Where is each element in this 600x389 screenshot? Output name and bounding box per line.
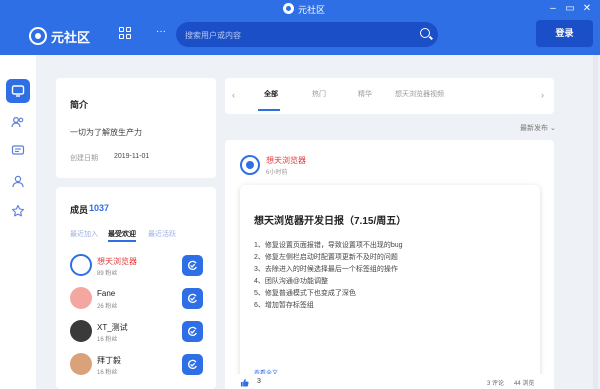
post-time: 6小时前 [266,170,288,176]
follow-button[interactable] [182,255,203,276]
post-line: 6、增加暂存标签组 [254,302,314,309]
members-count: 1037 [89,203,110,213]
chevron-left-icon[interactable]: ‹ [232,90,235,100]
brand-name: 元社区 [51,29,91,45]
intro-heading: 简介 [70,100,89,110]
tab-featured[interactable]: 精华 [358,89,372,99]
minimize-icon[interactable]: – [546,2,560,15]
created-date-value: 2019-11-01 [114,153,150,160]
search-placeholder: 搜索用户或内容 [185,31,241,40]
search-input[interactable]: 搜索用户或内容 [176,22,438,47]
intro-card: 简介 一切为了解放生产力 创建日期 2019-11-01 [56,78,216,178]
comment-count[interactable]: 3 评论 [487,378,504,387]
page-scrollbar[interactable] [593,55,598,389]
follow-button[interactable] [182,288,203,309]
feed-tab-indicator [258,109,280,111]
post-card: 想天浏览器 6小时前 想天浏览器开发日报（7.15/周五） 1、修复设置页面报错… [225,140,554,389]
chevron-right-icon[interactable]: › [541,90,544,100]
search-icon[interactable] [420,28,430,38]
member-row[interactable]: Fane 26 粉丝 [70,285,205,315]
post-line: 2、修复左侧栏启动时配置项更新不及时的问题 [254,254,398,261]
follow-icon [188,326,197,337]
member-row[interactable]: 想天浏览器 89 粉丝 [70,252,205,282]
member-row[interactable]: 拜丁毅 16 粉丝 [70,351,205,381]
post-line: 5、修复普通模式下也变成了深色 [254,290,356,297]
title-bar: 元社区 – ▭ ✕ [0,0,600,17]
member-name[interactable]: XT_测试 [97,322,128,333]
apps-grid-icon[interactable] [119,27,131,39]
tab-all[interactable]: 全部 [264,89,278,99]
sort-label: 最新发布 [520,125,548,132]
member-row[interactable]: XT_测试 16 粉丝 [70,318,205,348]
member-fans: 26 粉丝 [97,304,118,310]
rail-item-messages[interactable] [6,139,30,163]
left-rail [0,55,36,389]
members-tab-recent-joined[interactable]: 最近加入 [70,229,98,239]
more-menu-icon[interactable]: ··· [156,26,166,37]
view-count: 44 浏览 [514,381,535,387]
post-line: 3、去除进入的时候选择最后一个标签组的操作 [254,266,398,273]
close-icon[interactable]: ✕ [580,2,594,15]
avatar [70,353,92,375]
rail-item-profile[interactable] [6,169,30,193]
avatar [70,254,92,276]
member-name[interactable]: 想天浏览器 [97,256,137,267]
members-card: 成员 1037 最近加入 最受欢迎 最近活跃 想天浏览器 89 粉丝 Fane … [56,187,216,389]
follow-icon [188,293,197,304]
like-icon[interactable] [240,378,249,387]
login-button[interactable]: 登录 [536,20,593,47]
brand[interactable]: 元社区 [29,26,90,46]
members-tab-popular[interactable]: 最受欢迎 [108,229,136,239]
avatar [70,320,92,342]
like-count: 3 [257,378,261,385]
follow-button[interactable] [182,321,203,342]
window-title: 元社区 [298,5,326,15]
sort-dropdown[interactable]: 最新发布 ⌄ [520,123,556,133]
tab-hot[interactable]: 热门 [312,89,326,99]
intro-description: 一切为了解放生产力 [70,128,142,137]
monitor-icon [11,85,25,97]
post-line: 4、团队沟通@功能调整 [254,278,328,285]
rail-item-groups[interactable] [6,110,30,134]
follow-button[interactable] [182,354,203,375]
created-date-label: 创建日期 [70,155,98,162]
avatar[interactable] [240,155,260,175]
post-footer: 3 3 评论 44 浏览 [225,374,554,389]
tab-videos[interactable]: 想天浏览器视频 [395,89,444,99]
member-fans: 89 粉丝 [97,271,118,277]
star-icon [11,204,25,217]
members-tab-indicator [108,240,136,242]
post-title: 想天浏览器开发日报（7.15/周五） [254,216,407,227]
member-fans: 16 粉丝 [97,337,118,343]
post-line: 1、修复设置页面报错，导致设置项不出现的bug [254,242,403,249]
member-name[interactable]: Fane [97,289,115,298]
post-content[interactable]: 想天浏览器开发日报（7.15/周五） 1、修复设置页面报错，导致设置项不出现的b… [240,185,540,385]
follow-icon [188,359,197,370]
rail-item-favorites[interactable] [6,199,30,223]
app-logo-icon [283,3,294,14]
brand-logo-icon [29,27,47,45]
message-icon [11,145,25,155]
members-heading: 成员 [70,205,89,215]
member-name[interactable]: 拜丁毅 [97,355,121,366]
rail-item-home[interactable] [6,79,30,103]
follow-icon [188,260,197,271]
members-tab-recent-active[interactable]: 最近活跃 [148,229,176,239]
member-fans: 16 粉丝 [97,370,118,376]
users-icon [11,116,24,128]
maximize-icon[interactable]: ▭ [563,2,577,15]
avatar [70,287,92,309]
post-author[interactable]: 想天浏览器 [266,155,306,166]
user-icon [12,175,24,188]
chevron-down-icon: ⌄ [549,125,556,132]
